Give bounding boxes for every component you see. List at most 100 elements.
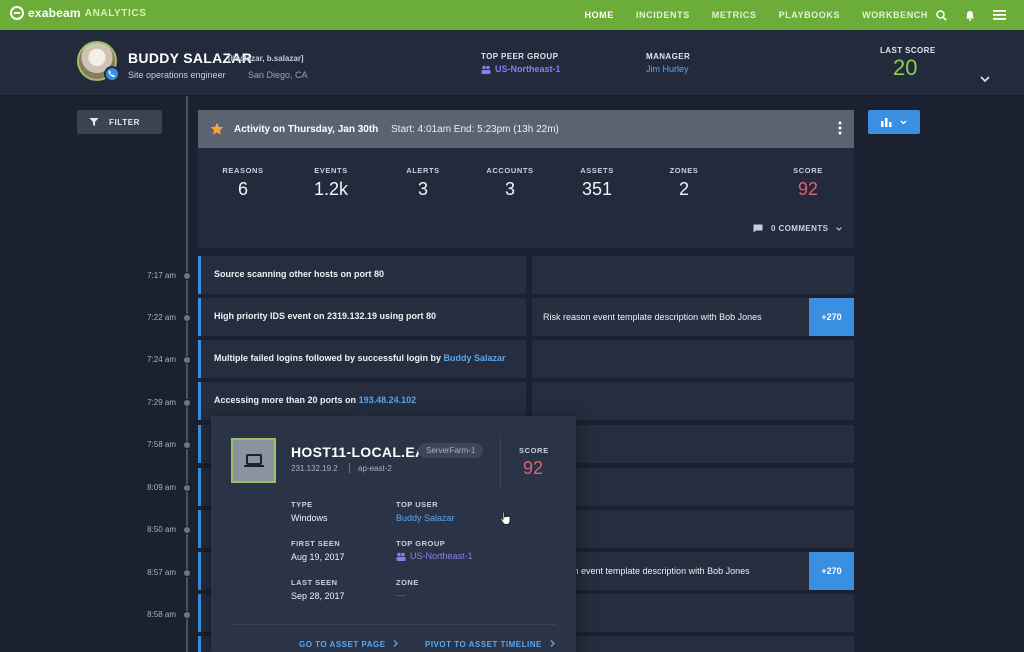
peer-group-link[interactable]: US-Northeast-1 — [481, 64, 561, 74]
reason-row — [532, 594, 854, 632]
reason-row — [532, 382, 854, 420]
bell-icon[interactable] — [965, 10, 975, 21]
divider — [349, 463, 350, 473]
stat-events[interactable]: EVENTS 1.2k — [286, 166, 376, 200]
exabeam-logo-icon — [10, 6, 24, 20]
activity-title: Activity on Thursday, Jan 30th — [234, 124, 379, 135]
timeline-dot — [183, 272, 191, 280]
timeline-dot — [183, 484, 191, 492]
event-ip-link[interactable]: 193.48.24.102 — [359, 395, 417, 405]
chevron-down-icon[interactable] — [980, 76, 990, 83]
brand-logo[interactable]: exabeam ANALYTICS — [10, 6, 147, 20]
brand-name: exabeam — [28, 6, 81, 20]
pivot-to-asset-timeline-link[interactable]: PIVOT TO ASSET TIMELINE — [425, 640, 555, 649]
filter-button[interactable]: FILTER — [77, 110, 162, 134]
search-icon[interactable] — [936, 9, 947, 21]
timeline-time: 8:09 am — [147, 483, 176, 492]
reason-row — [532, 256, 854, 294]
nav-playbooks[interactable]: PLAYBOOKS — [779, 10, 841, 20]
divider — [231, 624, 556, 625]
timeline-time: 7:22 am — [147, 313, 176, 322]
reason-row[interactable]: Risk reason event template description w… — [532, 298, 854, 336]
kebab-menu-icon[interactable] — [838, 121, 842, 135]
event-user-link[interactable]: Buddy Salazar — [444, 353, 506, 363]
last-score-value: 20 — [893, 55, 918, 80]
reason-row — [532, 425, 854, 463]
asset-tag[interactable]: ServerFarm-1 — [418, 443, 484, 458]
nav-home[interactable]: HOME — [584, 10, 613, 20]
risk-score-badge[interactable]: +270 — [809, 298, 854, 336]
reason-row[interactable]: son event template description with Bob … — [532, 552, 854, 590]
pivot-to-asset-timeline-label: PIVOT TO ASSET TIMELINE — [425, 640, 542, 649]
nav-metrics[interactable]: METRICS — [712, 10, 757, 20]
brand-sub: ANALYTICS — [84, 7, 147, 19]
timeline-time: 7:29 am — [147, 398, 176, 407]
event-row[interactable]: Multiple failed logins followed by succe… — [198, 340, 526, 378]
timeline-time: 8:57 am — [147, 568, 176, 577]
stat-label: SCORE — [793, 166, 823, 175]
asset-score-label: SCORE — [519, 446, 549, 455]
filter-icon — [89, 118, 99, 126]
star-icon[interactable] — [210, 122, 224, 136]
top-nav: exabeam ANALYTICS HOME INCIDENTS METRICS… — [0, 0, 1024, 30]
stat-label: ZONES — [669, 166, 699, 175]
timeline-time: 7:58 am — [147, 440, 176, 449]
stat-value: 351 — [581, 179, 613, 199]
nav-workbench[interactable]: WORKBENCH — [862, 10, 928, 20]
bar-chart-icon — [881, 118, 892, 127]
manager-label: MANAGER — [646, 52, 691, 61]
reason-text: Risk reason event template description w… — [543, 312, 762, 322]
stat-label: ALERTS — [406, 166, 440, 175]
timeline-dot — [183, 356, 191, 364]
stat-value: 3 — [504, 179, 515, 199]
event-text: Source scanning other hosts on port 80 — [214, 269, 385, 279]
go-to-asset-page-link[interactable]: GO TO ASSET PAGE — [299, 640, 399, 649]
event-text: Accessing more than 20 ports on — [214, 395, 357, 405]
last-seen-value: Sep 28, 2017 — [291, 591, 345, 601]
top-user-link[interactable]: Buddy Salazar — [396, 513, 455, 523]
stat-accounts[interactable]: ACCOUNTS 3 — [465, 166, 555, 200]
timeline-dot — [183, 441, 191, 449]
group-icon — [481, 65, 491, 74]
stat-reasons[interactable]: REASONS 6 — [198, 166, 288, 200]
user-handles: [bsalazar, b.salazar] — [228, 54, 304, 63]
user-role: Site operations engineer — [128, 70, 226, 80]
peer-group-value: US-Northeast-1 — [495, 64, 561, 74]
last-score-label: LAST SCORE — [880, 46, 936, 55]
manager-link[interactable]: Jim Hurley — [646, 64, 689, 74]
stat-value: 2 — [678, 179, 689, 199]
reason-text: son event template description with Bob … — [564, 566, 750, 576]
comment-icon — [753, 224, 763, 233]
event-row[interactable]: High priority IDS event on 2319.132.19 u… — [198, 298, 526, 336]
event-text: High priority IDS event on 2319.132.19 u… — [214, 311, 437, 321]
stat-zones[interactable]: ZONES 2 — [639, 166, 729, 200]
nav-incidents[interactable]: INCIDENTS — [636, 10, 690, 20]
activity-header: Activity on Thursday, Jan 30th Start: 4:… — [198, 110, 854, 148]
chevron-down-icon — [836, 226, 843, 231]
zone-value: — — [396, 590, 405, 600]
stat-value: 92 — [797, 179, 819, 199]
stat-assets[interactable]: ASSETS 351 — [552, 166, 642, 200]
user-location: San Diego, CA — [248, 70, 308, 80]
hand-cursor-icon — [500, 511, 511, 525]
asset-popover: HOST11-LOCAL.EAST ServerFarm-1 231.132.1… — [211, 416, 576, 652]
comments-toggle[interactable]: 0 COMMENTS — [753, 224, 843, 233]
stat-alerts[interactable]: ALERTS 3 — [378, 166, 468, 200]
reason-row — [532, 636, 854, 652]
stat-label: ASSETS — [580, 166, 614, 175]
stat-score[interactable]: SCORE 92 — [763, 166, 853, 200]
stat-value: 3 — [417, 179, 428, 199]
divider — [500, 438, 501, 486]
chart-view-button[interactable] — [868, 110, 920, 134]
risk-score-badge[interactable]: +270 — [809, 552, 854, 590]
timeline-dot — [183, 399, 191, 407]
asset-score-value: 92 — [523, 458, 544, 478]
event-row[interactable]: Source scanning other hosts on port 80 — [198, 256, 526, 294]
menu-icon[interactable] — [993, 10, 1006, 20]
reason-row — [532, 510, 854, 548]
timeline-time: 7:17 am — [147, 271, 176, 280]
stat-label: EVENTS — [314, 166, 348, 175]
top-group-value: US-Northeast-1 — [410, 551, 473, 561]
stat-value: 1.2k — [313, 179, 349, 199]
top-group-link[interactable]: US-Northeast-1 — [396, 551, 473, 561]
